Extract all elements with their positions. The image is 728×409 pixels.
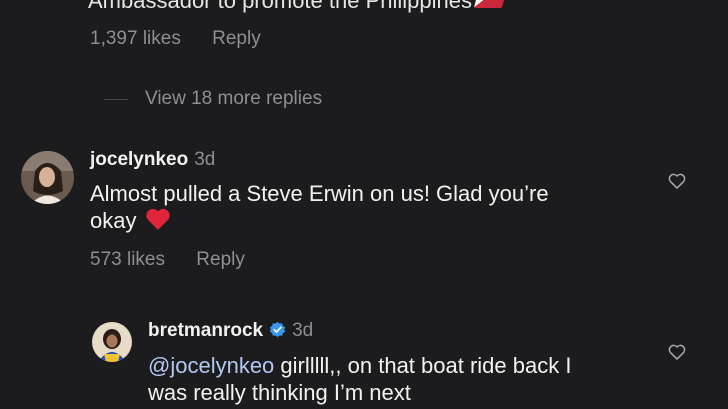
reply-button[interactable]: Reply <box>196 249 245 271</box>
likes-count[interactable]: 1,397 likes <box>90 28 181 50</box>
view-more-replies-button[interactable]: View 18 more replies <box>145 88 322 110</box>
mention-link[interactable]: @jocelynkeo <box>148 353 274 378</box>
timestamp: 3d <box>292 320 314 341</box>
like-button[interactable] <box>667 171 687 196</box>
avatar-image <box>21 151 74 204</box>
likes-count[interactable]: 573 likes <box>90 249 165 271</box>
philippines-flag-icon <box>473 0 507 8</box>
heart-outline-icon <box>668 173 686 189</box>
comment-header: jocelynkeo 3d <box>90 149 215 171</box>
reply-button[interactable]: Reply <box>212 28 261 50</box>
comment-text: Almost pulled a Steve Erwin on us! Glad … <box>90 180 549 234</box>
heart-outline-icon <box>668 344 686 360</box>
avatar[interactable] <box>21 151 74 204</box>
like-button[interactable] <box>667 342 687 367</box>
verified-badge-icon <box>269 321 286 338</box>
comment-header: bretmanrock 3d <box>148 320 313 342</box>
avatar-image <box>92 322 132 362</box>
comment-meta: 1,397 likes Reply <box>90 28 261 50</box>
timestamp: 3d <box>194 149 216 170</box>
comment-meta: 573 likes Reply <box>90 249 245 271</box>
reply-line-2: was really thinking I’m next <box>148 380 411 405</box>
username[interactable]: bretmanrock <box>148 320 263 341</box>
comment-text-partial: Ambassador to promote the Philippines <box>88 0 507 14</box>
username[interactable]: jocelynkeo <box>90 149 188 170</box>
comment-line-2: okay <box>90 207 549 234</box>
comment-line-1: Almost pulled a Steve Erwin on us! Glad … <box>90 181 549 206</box>
replies-divider-line <box>104 99 128 100</box>
red-heart-emoji-icon <box>145 208 170 230</box>
avatar[interactable] <box>92 322 132 362</box>
reply-line-1: @jocelynkeo girlllll,, on that boat ride… <box>148 353 572 378</box>
reply-text: @jocelynkeo girlllll,, on that boat ride… <box>148 352 571 406</box>
